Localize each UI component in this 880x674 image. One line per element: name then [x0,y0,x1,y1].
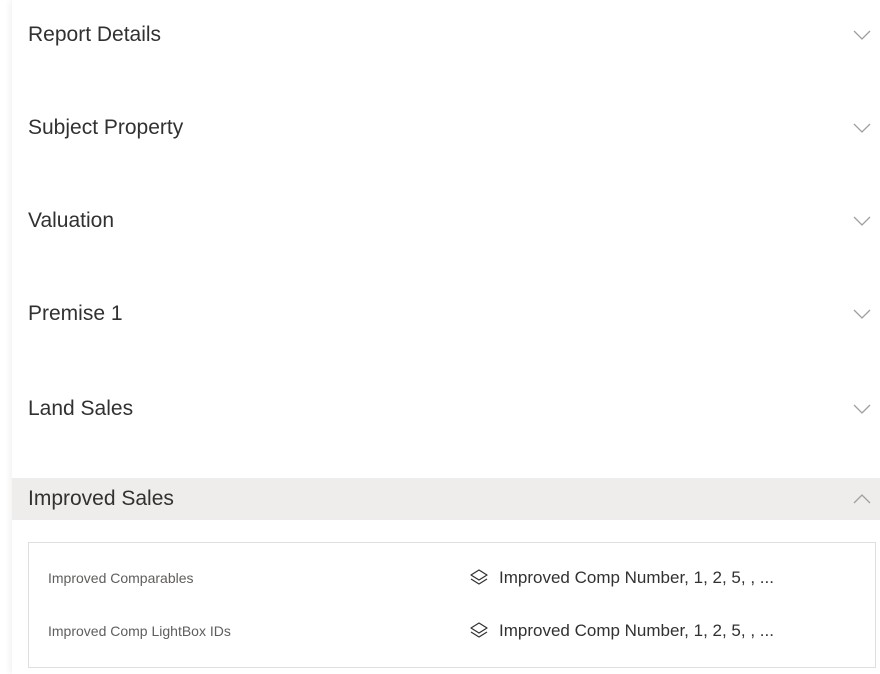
field-row-improved-comp-lightbox-ids: Improved Comp LightBox IDs Improved Comp… [29,620,875,642]
chevron-down-icon[interactable] [850,209,874,233]
chevron-down-icon[interactable] [850,397,874,421]
properties-panel: Report Details Subject Property Valuatio… [12,0,880,674]
section-title: Report Details [28,23,162,46]
field-value-text: Improved Comp Number, 1, 2, 5, , ... [499,621,774,640]
section-title: Improved Sales [28,487,174,510]
field-value-link[interactable]: Improved Comp Number, 1, 2, 5, , ... [469,621,774,641]
section-title: Subject Property [28,116,184,139]
layers-icon [469,621,489,641]
section-improved-sales[interactable]: Improved Sales [12,478,880,520]
chevron-down-icon[interactable] [850,116,874,140]
section-title: Land Sales [28,397,134,420]
chevron-down-icon[interactable] [850,23,874,47]
improved-sales-content: Improved Comparables Improved Comp Numbe… [28,542,876,668]
chevron-up-icon[interactable] [850,487,874,511]
layers-icon [469,568,489,588]
section-subject-property[interactable]: Subject Property [12,101,880,155]
field-value-text: Improved Comp Number, 1, 2, 5, , ... [499,568,774,587]
section-premise-1[interactable]: Premise 1 [12,287,880,341]
section-report-details[interactable]: Report Details [12,8,880,62]
chevron-down-icon[interactable] [850,302,874,326]
field-label: Improved Comp LightBox IDs [48,623,231,639]
field-value-link[interactable]: Improved Comp Number, 1, 2, 5, , ... [469,568,774,588]
section-title: Valuation [28,209,115,232]
section-title: Premise 1 [28,302,123,325]
section-valuation[interactable]: Valuation [12,194,880,248]
section-land-sales[interactable]: Land Sales [12,382,880,436]
field-label: Improved Comparables [48,570,194,586]
field-row-improved-comparables: Improved Comparables Improved Comp Numbe… [29,567,875,589]
